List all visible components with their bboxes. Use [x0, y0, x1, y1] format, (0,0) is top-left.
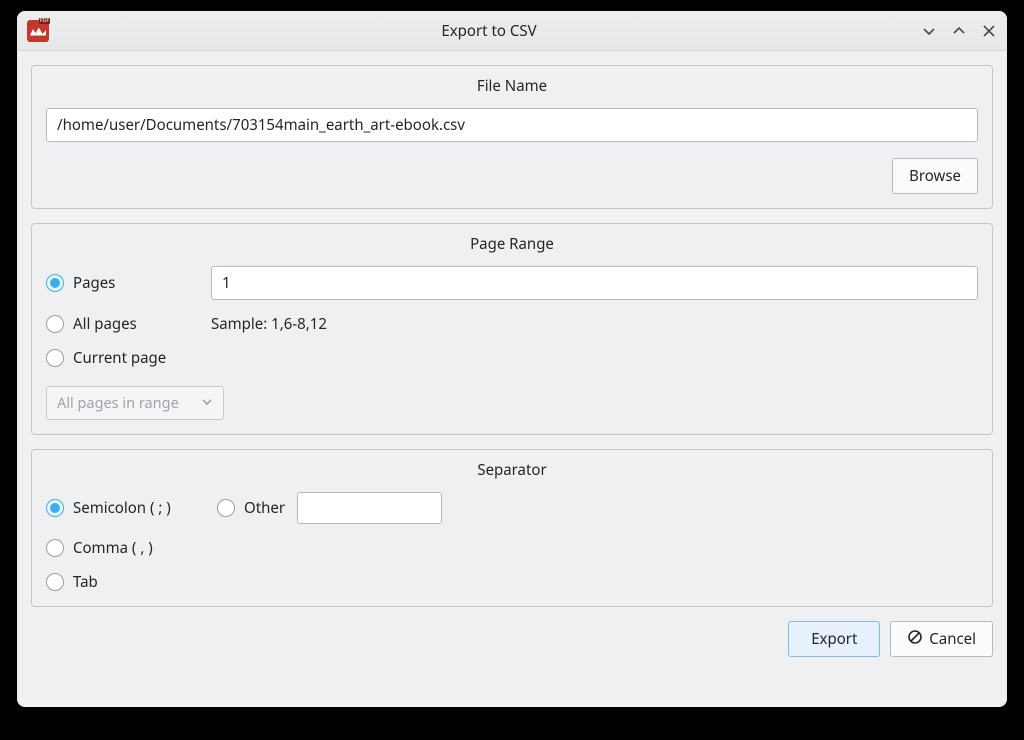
radio-other[interactable]: Other — [217, 498, 285, 518]
radio-dot-icon — [46, 349, 64, 367]
export-button[interactable]: Export — [788, 621, 880, 657]
pages-input[interactable] — [211, 266, 978, 300]
radio-dot-icon — [46, 539, 64, 557]
radio-pages[interactable]: Pages — [46, 273, 211, 293]
radio-comma[interactable]: Comma ( , ) — [46, 538, 211, 558]
app-icon-badge: PDF — [39, 18, 50, 24]
group-separator-legend: Separator — [46, 450, 978, 492]
radio-current-page-label: Current page — [73, 348, 166, 368]
minimize-icon[interactable] — [921, 23, 937, 39]
group-page-range-legend: Page Range — [46, 224, 978, 266]
radio-tab[interactable]: Tab — [46, 572, 211, 592]
window-title: Export to CSV — [57, 21, 921, 41]
cancel-button-label: Cancel — [929, 629, 976, 649]
filename-input[interactable] — [46, 108, 978, 142]
range-mode-combo[interactable]: All pages in range — [46, 386, 224, 420]
radio-pages-label: Pages — [73, 273, 115, 293]
radio-comma-label: Comma ( , ) — [73, 538, 153, 558]
radio-other-label: Other — [244, 498, 285, 518]
browse-button[interactable]: Browse — [892, 158, 978, 194]
radio-current-page[interactable]: Current page — [46, 348, 211, 368]
pages-sample-hint: Sample: 1,6-8,12 — [211, 314, 978, 334]
radio-all-pages-label: All pages — [73, 314, 137, 334]
radio-semicolon[interactable]: Semicolon ( ; ) — [46, 498, 211, 518]
close-icon[interactable] — [981, 23, 997, 39]
radio-dot-icon — [46, 315, 64, 333]
dialog-content: File Name Browse Page Range Pages All pa… — [17, 51, 1007, 707]
radio-dot-icon — [46, 499, 64, 517]
dialog-window: PDF Export to CSV File Name Browse Pa — [17, 11, 1007, 707]
chevron-down-icon — [201, 393, 213, 413]
radio-dot-icon — [217, 499, 235, 517]
group-separator: Separator Semicolon ( ; ) Other Comma ( … — [31, 449, 993, 607]
group-filename: File Name Browse — [31, 65, 993, 209]
titlebar[interactable]: PDF Export to CSV — [17, 11, 1007, 51]
range-mode-combo-label: All pages in range — [57, 393, 179, 413]
radio-semicolon-label: Semicolon ( ; ) — [73, 498, 171, 518]
group-page-range: Page Range Pages All pages Sample: 1,6-8… — [31, 223, 993, 435]
radio-tab-label: Tab — [73, 572, 98, 592]
app-icon: PDF — [27, 20, 49, 42]
window-controls — [921, 23, 997, 39]
other-separator-input[interactable] — [297, 492, 442, 524]
radio-all-pages[interactable]: All pages — [46, 314, 211, 334]
radio-dot-icon — [46, 573, 64, 591]
maximize-icon[interactable] — [951, 23, 967, 39]
dialog-footer: Export Cancel — [31, 621, 993, 657]
cancel-button[interactable]: Cancel — [890, 621, 993, 657]
radio-dot-icon — [46, 274, 64, 292]
group-filename-legend: File Name — [46, 66, 978, 108]
cancel-icon — [907, 629, 923, 650]
